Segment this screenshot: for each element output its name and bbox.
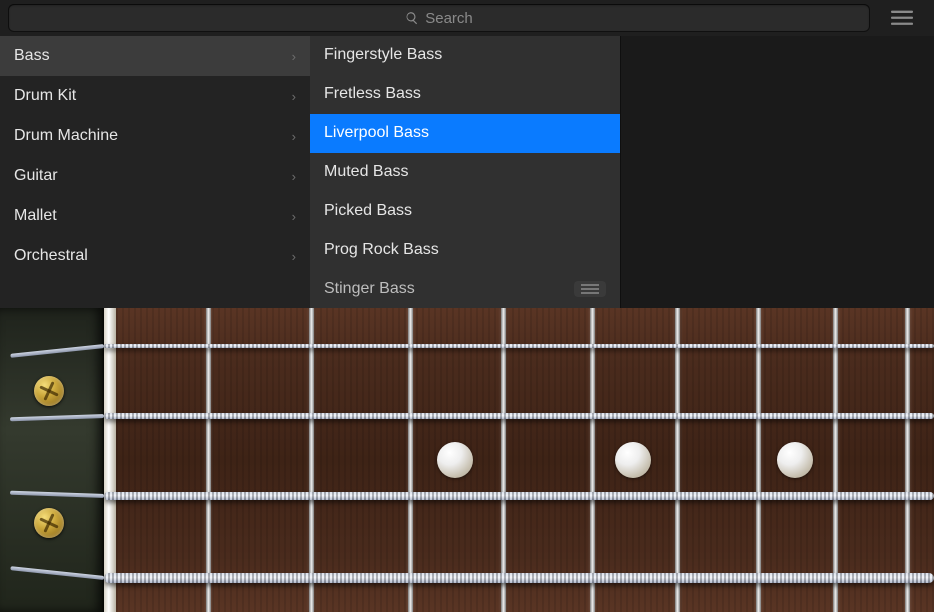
preset-item[interactable]: Muted Bass [310,153,620,192]
preset-item[interactable]: Prog Rock Bass [310,230,620,269]
preset-item[interactable]: Fingerstyle Bass [310,36,620,75]
search-placeholder: Search [425,10,473,27]
preset-item[interactable]: Picked Bass [310,191,620,230]
preset-label: Fretless Bass [324,85,421,103]
fret [501,308,506,612]
bass-string[interactable] [0,341,934,351]
fret [675,308,680,612]
fret [905,308,910,612]
tuning-screw [34,376,64,406]
chevron-right-icon: › [292,49,296,64]
category-item[interactable]: Mallet › [0,196,310,236]
preset-item[interactable]: Stinger Bass [310,269,620,308]
category-label: Drum Kit [14,87,76,105]
fret [756,308,761,612]
search-icon [405,11,419,25]
chevron-right-icon: › [292,169,296,184]
fret [833,308,838,612]
preset-label: Fingerstyle Bass [324,46,442,64]
fret-marker-dot [777,442,813,478]
fret-marker-dot [615,442,651,478]
preset-list: Fingerstyle Bass Fretless Bass Liverpool B… [310,36,620,308]
hamburger-icon [891,10,913,26]
chevron-right-icon: › [292,249,296,264]
preset-label: Picked Bass [324,202,412,220]
category-label: Mallet [14,207,57,225]
category-label: Orchestral [14,247,88,265]
bass-string[interactable] [0,411,934,421]
search-input[interactable]: Search [8,4,870,32]
tuning-screw [34,508,64,538]
fret [206,308,211,612]
preset-label: Liverpool Bass [324,124,429,142]
category-label: Drum Machine [14,127,118,145]
chevron-right-icon: › [292,89,296,104]
bass-nut [104,308,116,612]
bass-neck[interactable] [116,308,934,612]
preset-label: Prog Rock Bass [324,241,439,259]
preset-label: Muted Bass [324,163,408,181]
preset-item[interactable]: Fretless Bass [310,75,620,114]
bass-string[interactable] [0,573,934,583]
preset-item[interactable]: Liverpool Bass [310,114,620,153]
fret [590,308,595,612]
chevron-right-icon: › [292,209,296,224]
category-item[interactable]: Orchestral › [0,236,310,276]
fret-marker-dot [437,442,473,478]
category-item[interactable]: Drum Kit › [0,76,310,116]
chevron-right-icon: › [292,129,296,144]
drag-handle-icon[interactable] [574,281,606,297]
fret [408,308,413,612]
preset-label: Stinger Bass [324,280,415,298]
menu-button[interactable] [878,4,926,32]
category-item[interactable]: Bass › [0,36,310,76]
fret [309,308,314,612]
bass-fretboard[interactable] [0,308,934,612]
category-item[interactable]: Drum Machine › [0,116,310,156]
bass-string[interactable] [0,491,934,501]
category-label: Bass [14,47,50,65]
category-list: Bass›Drum Kit›Drum Machine›Guitar›Mallet… [0,36,310,308]
category-label: Guitar [14,167,58,185]
category-item[interactable]: Guitar › [0,156,310,196]
